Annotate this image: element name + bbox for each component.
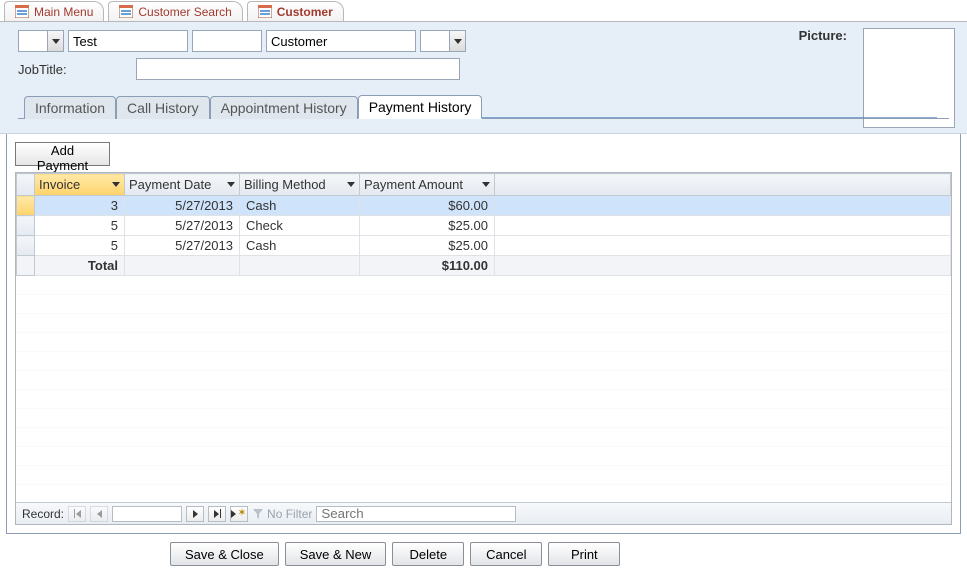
nav-prev-button[interactable] [90,506,108,522]
object-tab-bar: Main Menu Customer Search Customer [0,0,967,22]
record-label: Record: [22,507,64,521]
chevron-down-icon[interactable] [227,182,235,187]
table-row[interactable]: 3 5/27/2013 Cash $60.00 [17,196,951,216]
add-payment-button[interactable]: Add Payment [15,142,110,166]
first-name-field[interactable] [68,30,188,52]
record-number-field[interactable] [112,506,182,522]
payment-history-pane: Add Payment Invoice Payment Date Billing… [6,134,961,534]
nav-first-button[interactable] [68,506,86,522]
object-tab-label: Main Menu [34,5,93,19]
dropdown-icon[interactable] [449,31,465,51]
object-tab-label: Customer [277,5,333,19]
row-selector[interactable] [17,196,35,216]
tab-payment-history[interactable]: Payment History [358,95,483,119]
payment-grid: Invoice Payment Date Billing Method Paym… [15,172,952,525]
print-button[interactable]: Print [548,542,620,566]
jobtitle-field[interactable] [136,58,460,80]
suffix-combo[interactable] [420,30,466,52]
tab-call-history[interactable]: Call History [116,96,210,119]
col-payment-date[interactable]: Payment Date [125,174,240,196]
middle-name-field[interactable] [192,30,262,52]
col-billing-method[interactable]: Billing Method [240,174,360,196]
record-navigator: Record: ✶ No Filter [16,502,951,524]
object-tab-customer[interactable]: Customer [247,1,344,21]
col-payment-amount[interactable]: Payment Amount [360,174,495,196]
chevron-down-icon[interactable] [347,182,355,187]
filter-indicator[interactable]: No Filter [252,507,312,521]
tab-information[interactable]: Information [24,96,116,119]
nav-next-button[interactable] [186,506,204,522]
form-icon [258,5,272,18]
detail-tab-bar: Information Call History Appointment His… [18,94,949,119]
delete-button[interactable]: Delete [392,542,464,566]
search-input[interactable] [316,506,516,522]
jobtitle-label: JobTitle: [18,62,128,77]
object-tab-main-menu[interactable]: Main Menu [4,1,104,21]
select-all-corner[interactable] [17,174,35,196]
form-action-bar: Save & Close Save & New Delete Cancel Pr… [0,534,967,566]
col-invoice[interactable]: Invoice [35,174,125,196]
last-name-field[interactable] [266,30,416,52]
chevron-down-icon[interactable] [482,182,490,187]
form-icon [119,5,133,18]
tab-appointment-history[interactable]: Appointment History [210,96,358,119]
col-spacer [495,174,951,196]
save-close-button[interactable]: Save & Close [170,542,279,566]
nav-last-button[interactable] [208,506,226,522]
picture-label: Picture: [799,28,847,43]
filter-icon [252,508,264,520]
title-combo[interactable] [18,30,64,52]
save-new-button[interactable]: Save & New [285,542,387,566]
form-icon [15,5,29,18]
customer-header: JobTitle: Picture: Information Call Hist… [0,22,967,134]
total-row: Total $110.00 [17,256,951,276]
row-selector[interactable] [17,236,35,256]
object-tab-customer-search[interactable]: Customer Search [108,1,242,21]
row-selector[interactable] [17,216,35,236]
object-tab-label: Customer Search [138,5,231,19]
nav-new-button[interactable]: ✶ [230,506,248,522]
cancel-button[interactable]: Cancel [470,542,542,566]
dropdown-icon[interactable] [47,31,63,51]
tab-underline [478,117,937,118]
grid-empty-area [16,276,951,502]
table-row[interactable]: 5 5/27/2013 Check $25.00 [17,216,951,236]
chevron-down-icon[interactable] [112,182,120,187]
table-row[interactable]: 5 5/27/2013 Cash $25.00 [17,236,951,256]
